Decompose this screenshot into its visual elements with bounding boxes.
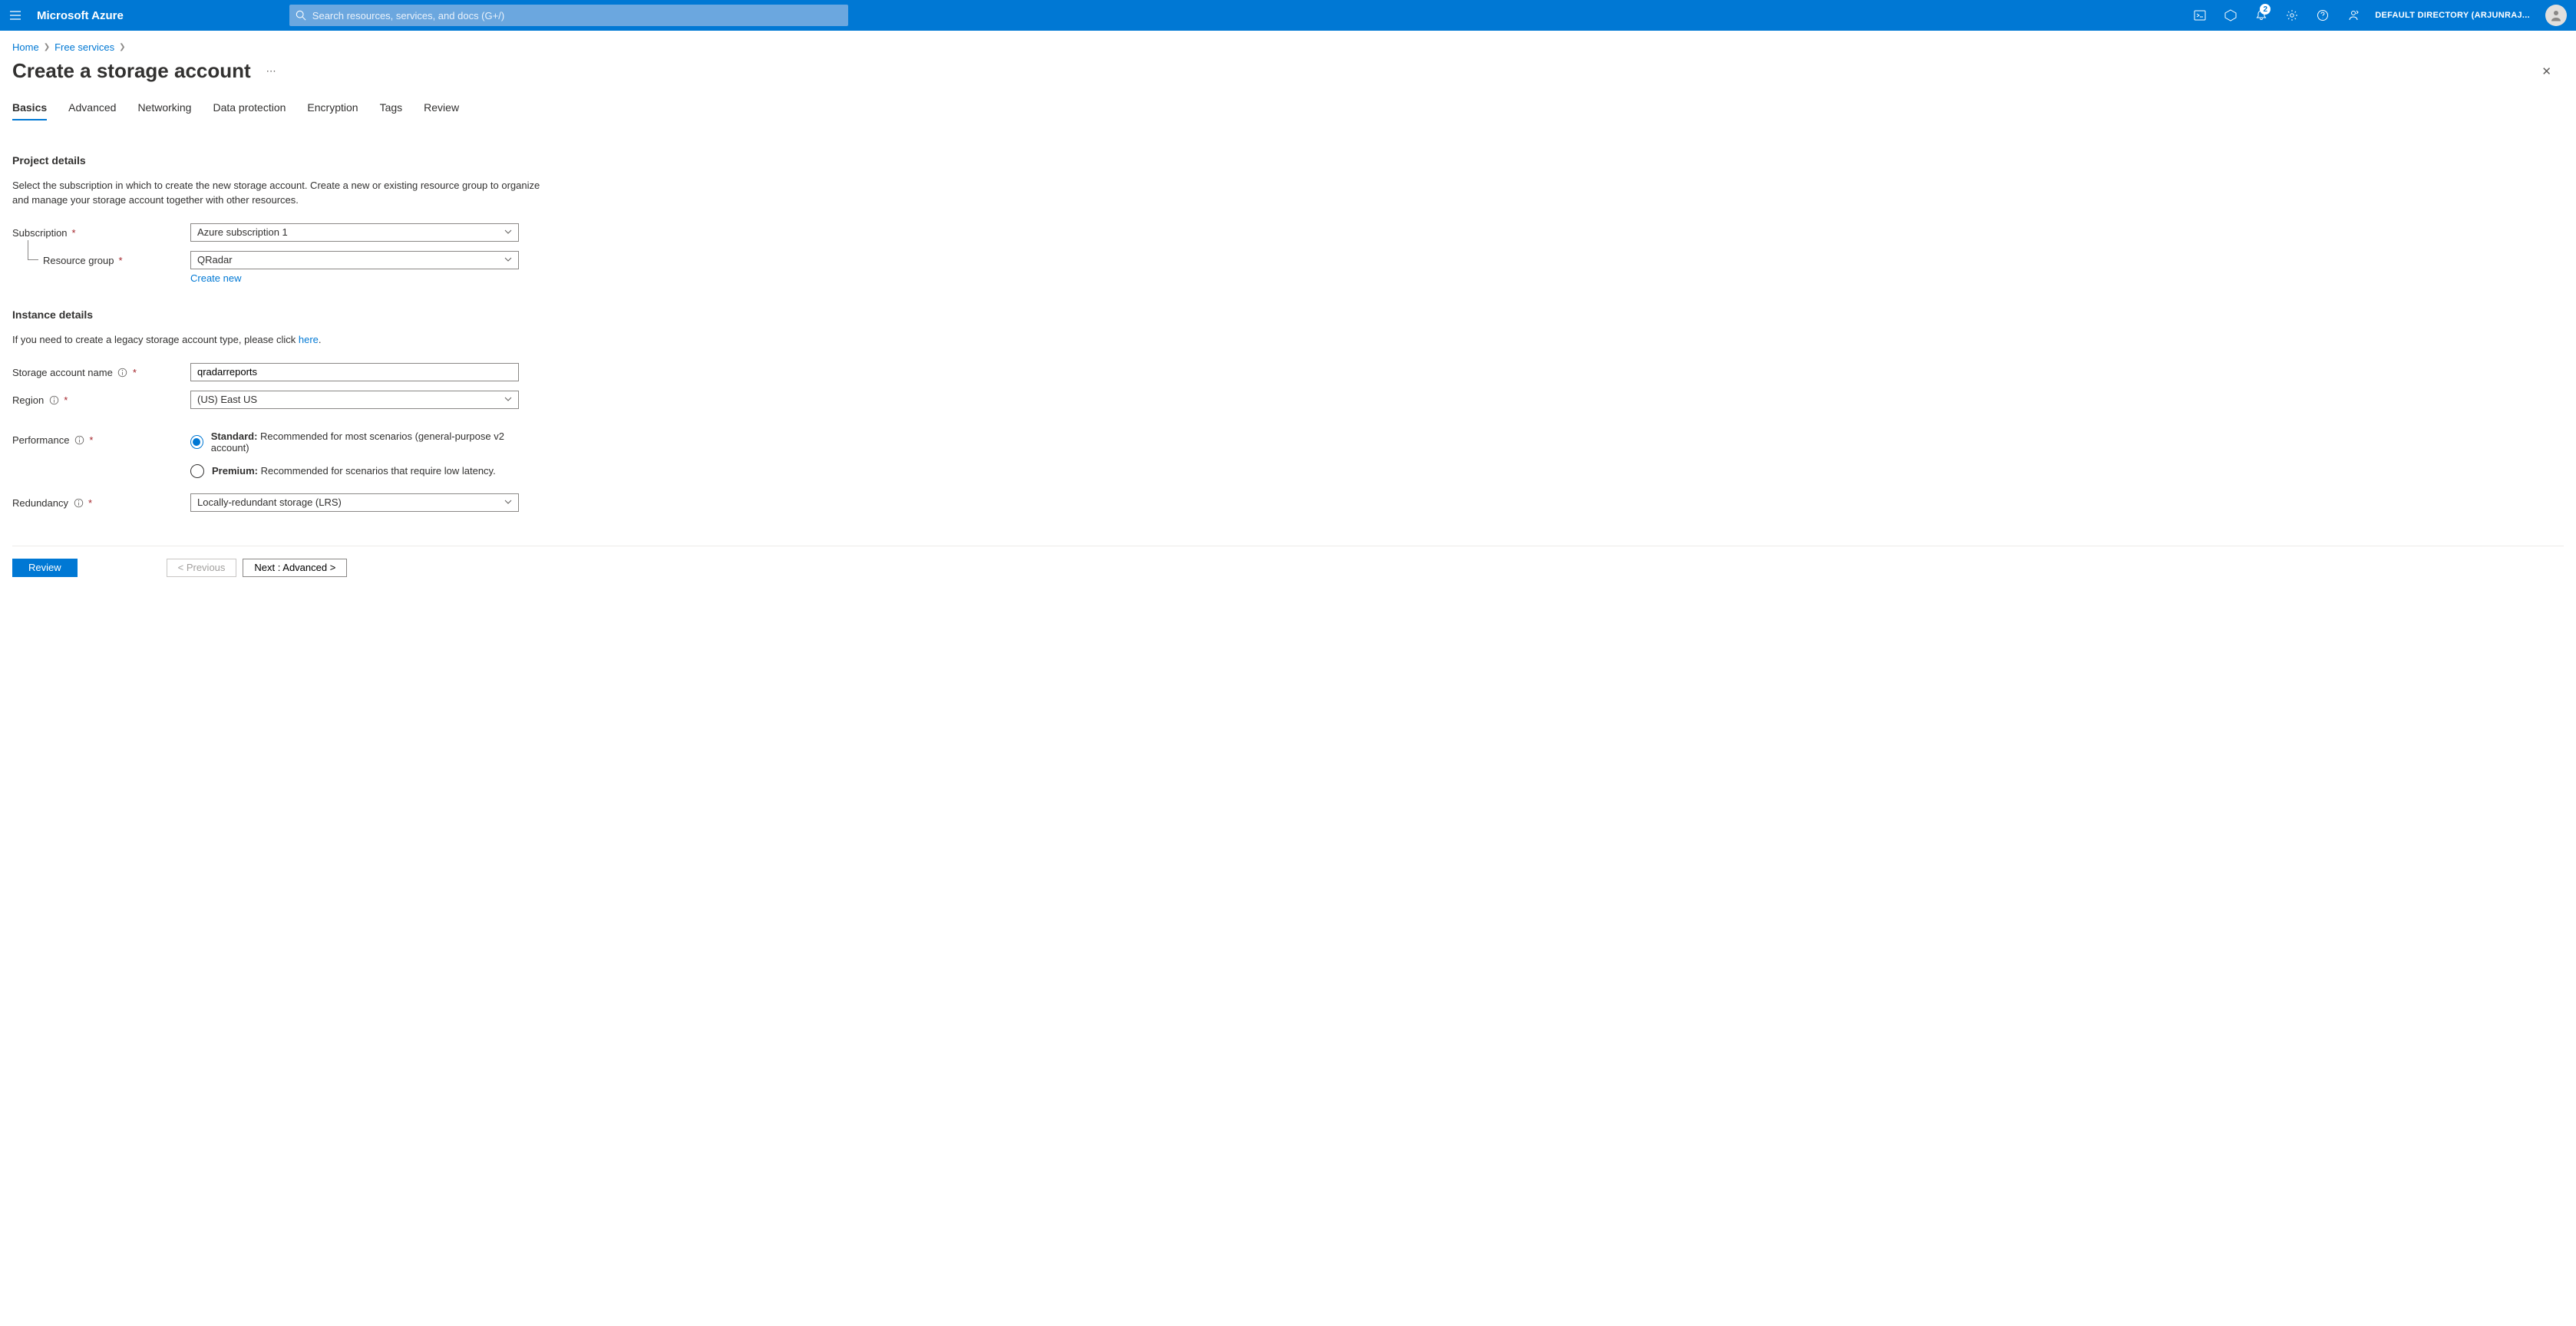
performance-label: Performance — [12, 434, 69, 446]
region-select[interactable]: (US) East US — [190, 391, 519, 409]
performance-field: Performance * Standard: Recommended for … — [12, 430, 556, 478]
subscription-value: Azure subscription 1 — [197, 226, 288, 238]
review-button[interactable]: Review — [12, 559, 78, 577]
help-icon — [2317, 9, 2329, 21]
cloud-shell-icon — [2194, 9, 2206, 21]
storage-name-field: Storage account name * — [12, 363, 556, 381]
project-details-desc: Select the subscription in which to crea… — [12, 179, 542, 208]
required-indicator: * — [88, 497, 92, 509]
feedback-icon — [2347, 9, 2360, 21]
info-icon[interactable] — [74, 434, 84, 445]
title-bar: Create a storage account ⋯ ✕ — [0, 56, 2576, 95]
redundancy-value: Locally-redundant storage (LRS) — [197, 496, 342, 508]
top-header: Microsoft Azure 2 DEFAULT DIRECTORY (ARJ… — [0, 0, 2576, 31]
notification-badge: 2 — [2260, 4, 2271, 15]
subscription-select[interactable]: Azure subscription 1 — [190, 223, 519, 242]
subscription-field: Subscription * Azure subscription 1 — [12, 223, 556, 242]
required-indicator: * — [89, 434, 93, 446]
gear-icon — [2286, 9, 2298, 21]
required-indicator: * — [119, 255, 123, 266]
page-title: Create a storage account — [12, 59, 251, 83]
required-indicator: * — [133, 367, 137, 378]
legacy-here-link[interactable]: here — [299, 334, 319, 345]
resource-group-value: QRadar — [197, 254, 233, 266]
storage-name-label: Storage account name — [12, 367, 113, 378]
required-indicator: * — [72, 227, 76, 239]
tab-data-protection[interactable]: Data protection — [213, 95, 286, 120]
tree-line-icon — [28, 240, 38, 260]
search-icon — [296, 10, 306, 21]
chevron-down-icon — [504, 394, 512, 405]
tab-advanced[interactable]: Advanced — [68, 95, 116, 120]
performance-radio-group: Standard: Recommended for most scenarios… — [190, 430, 519, 478]
performance-standard-radio[interactable]: Standard: Recommended for most scenarios… — [190, 430, 519, 454]
settings-button[interactable] — [2277, 0, 2307, 31]
subscription-label: Subscription — [12, 227, 68, 239]
instance-details-desc: If you need to create a legacy storage a… — [12, 333, 542, 348]
region-value: (US) East US — [197, 394, 257, 405]
next-button[interactable]: Next : Advanced > — [243, 559, 347, 577]
directories-button[interactable] — [2215, 0, 2246, 31]
avatar-icon — [2549, 8, 2563, 22]
redundancy-label: Redundancy — [12, 497, 68, 509]
chevron-down-icon — [504, 254, 512, 266]
region-label: Region — [12, 394, 44, 406]
search-box[interactable] — [289, 5, 848, 26]
hamburger-icon — [9, 9, 21, 21]
hamburger-menu-button[interactable] — [0, 0, 31, 31]
search-input[interactable] — [306, 10, 842, 21]
more-actions-button[interactable]: ⋯ — [266, 65, 276, 78]
tab-basics[interactable]: Basics — [12, 95, 47, 120]
close-button[interactable]: ✕ — [2537, 60, 2556, 83]
resource-group-field: Resource group * QRadar Create new — [12, 251, 556, 284]
user-avatar[interactable] — [2545, 5, 2567, 26]
instance-details-heading: Instance details — [12, 308, 556, 321]
create-new-rg-link[interactable]: Create new — [190, 272, 241, 284]
tab-review[interactable]: Review — [424, 95, 459, 120]
redundancy-field: Redundancy * Locally-redundant storage (… — [12, 493, 556, 512]
resource-group-select[interactable]: QRadar — [190, 251, 519, 269]
previous-button: < Previous — [167, 559, 237, 577]
footer: Review < Previous Next : Advanced > — [0, 546, 2576, 589]
tab-networking[interactable]: Networking — [137, 95, 191, 120]
notifications-button[interactable]: 2 — [2246, 0, 2277, 31]
chevron-right-icon: ❯ — [119, 43, 125, 51]
performance-premium-radio[interactable]: Premium: Recommended for scenarios that … — [190, 464, 519, 478]
tab-bar: Basics Advanced Networking Data protecti… — [0, 95, 2576, 120]
breadcrumb-free-services[interactable]: Free services — [54, 41, 114, 53]
feedback-button[interactable] — [2338, 0, 2369, 31]
chevron-down-icon — [504, 496, 512, 508]
storage-name-input-wrap — [190, 363, 519, 381]
tenant-label[interactable]: DEFAULT DIRECTORY (ARJUNRAJ... — [2369, 11, 2536, 20]
top-toolbar: 2 DEFAULT DIRECTORY (ARJUNRAJ... — [2185, 0, 2576, 31]
chevron-right-icon: ❯ — [44, 43, 50, 51]
tab-encryption[interactable]: Encryption — [307, 95, 358, 120]
global-search — [289, 2, 848, 29]
cloud-shell-button[interactable] — [2185, 0, 2215, 31]
required-indicator: * — [64, 394, 68, 406]
breadcrumb-home[interactable]: Home — [12, 41, 39, 53]
radio-checked-icon — [190, 435, 203, 449]
info-icon[interactable] — [48, 394, 59, 405]
info-icon[interactable] — [73, 497, 84, 508]
region-field: Region * (US) East US — [12, 391, 556, 409]
help-button[interactable] — [2307, 0, 2338, 31]
brand-label[interactable]: Microsoft Azure — [31, 9, 136, 22]
redundancy-select[interactable]: Locally-redundant storage (LRS) — [190, 493, 519, 512]
chevron-down-icon — [504, 226, 512, 238]
filter-icon — [2224, 9, 2237, 21]
project-details-heading: Project details — [12, 154, 556, 167]
form-body: Project details Select the subscription … — [0, 120, 568, 539]
breadcrumb: Home ❯ Free services ❯ — [0, 31, 2576, 56]
resource-group-label: Resource group — [43, 255, 114, 266]
info-icon[interactable] — [117, 367, 128, 378]
storage-name-input[interactable] — [197, 366, 512, 378]
tab-tags[interactable]: Tags — [380, 95, 403, 120]
radio-unchecked-icon — [190, 464, 204, 478]
